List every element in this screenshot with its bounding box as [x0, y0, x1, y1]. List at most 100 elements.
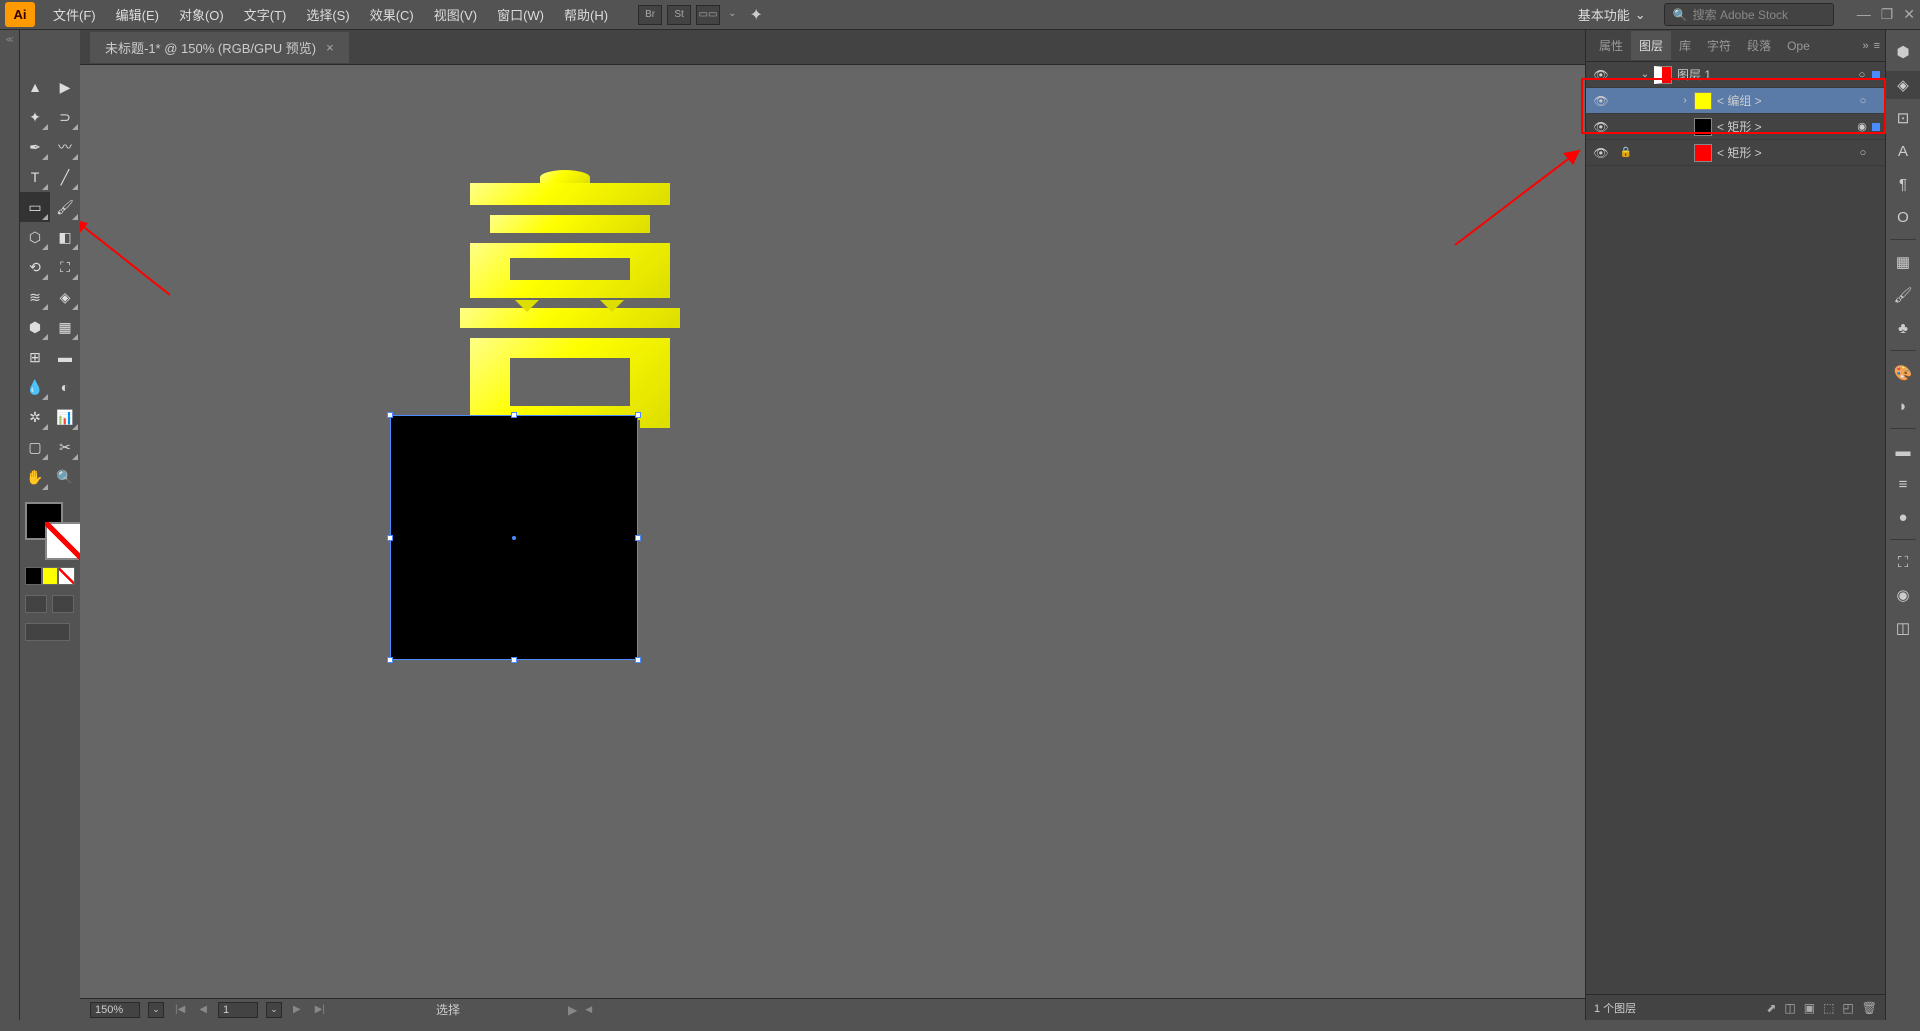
- hand-tool[interactable]: ✋: [20, 462, 50, 492]
- selection-tool[interactable]: ▲: [20, 72, 50, 102]
- xi-character-artwork[interactable]: [460, 170, 680, 430]
- mesh-tool[interactable]: ⊞: [20, 342, 50, 372]
- change-screen-mode-button[interactable]: [25, 623, 70, 641]
- stroke-color[interactable]: [45, 522, 83, 560]
- character-panel-icon[interactable]: A: [1886, 137, 1920, 165]
- artboard-tool[interactable]: ▢: [20, 432, 50, 462]
- color-swatch-yellow[interactable]: [42, 567, 59, 585]
- tab-close-button[interactable]: ×: [326, 40, 334, 55]
- arrange-icon[interactable]: ▭▭: [696, 5, 720, 25]
- selected-rectangle[interactable]: [390, 415, 638, 660]
- graph-tool[interactable]: 📊: [50, 402, 80, 432]
- layers-panel-icon[interactable]: ◈: [1886, 71, 1920, 99]
- zoom-tool[interactable]: 🔍: [50, 462, 80, 492]
- new-layer-icon[interactable]: ⬚: [1823, 1001, 1834, 1015]
- zoom-input[interactable]: [90, 1002, 140, 1018]
- panel-more-icon[interactable]: »: [1862, 40, 1868, 52]
- color-panel-icon[interactable]: 🎨: [1886, 359, 1920, 387]
- tab-paragraph[interactable]: 段落: [1739, 31, 1779, 60]
- menu-help[interactable]: 帮助(H): [554, 5, 618, 24]
- target-icon[interactable]: ○: [1853, 147, 1873, 159]
- gradient-tool[interactable]: ▬: [50, 342, 80, 372]
- normal-mode-button[interactable]: [25, 595, 47, 613]
- menu-window[interactable]: 窗口(W): [487, 5, 554, 24]
- color-swatch-black[interactable]: [25, 567, 42, 585]
- layer-row-rect1[interactable]: 👁 < 矩形 > ◉: [1586, 114, 1885, 140]
- eyedropper-tool[interactable]: 💧: [20, 372, 50, 402]
- canvas[interactable]: [80, 65, 1585, 998]
- tab-characters[interactable]: 字符: [1699, 31, 1739, 60]
- layer-row-rect2[interactable]: 👁 🔒 < 矩形 > ○: [1586, 140, 1885, 166]
- first-artboard-button[interactable]: |◀: [172, 1004, 188, 1015]
- graphic-styles-icon[interactable]: ◫: [1886, 614, 1920, 642]
- blend-tool[interactable]: ◐: [50, 372, 80, 402]
- layer-row-group[interactable]: 👁 › < 编组 > ○: [1586, 88, 1885, 114]
- last-artboard-button[interactable]: ▶|: [312, 1004, 328, 1015]
- next-artboard-button[interactable]: ▶: [290, 1004, 304, 1015]
- shape-builder-tool[interactable]: ⬢: [20, 312, 50, 342]
- target-icon[interactable]: ◉: [1852, 120, 1872, 133]
- type-tool[interactable]: T: [20, 162, 50, 192]
- minimize-button[interactable]: —: [1857, 6, 1871, 23]
- layer-expand-icon[interactable]: ⌄: [1636, 69, 1654, 80]
- direct-selection-tool[interactable]: ▶: [50, 72, 80, 102]
- brushes-icon[interactable]: 🖌: [1886, 281, 1920, 309]
- rectangle-tool[interactable]: ▭: [20, 192, 50, 222]
- document-tab[interactable]: 未标题-1* @ 150% (RGB/GPU 预览) ×: [90, 32, 349, 63]
- tab-layers[interactable]: 图层: [1631, 31, 1671, 60]
- left-dock-handle[interactable]: ≪: [0, 30, 20, 1020]
- delete-icon[interactable]: 🗑: [1862, 1001, 1877, 1015]
- symbols-icon[interactable]: ♣: [1886, 314, 1920, 342]
- scale-tool[interactable]: ⛶: [50, 252, 80, 282]
- artboard-dropdown[interactable]: ⌄: [266, 1002, 282, 1018]
- free-transform-tool[interactable]: ◈: [50, 282, 80, 312]
- magic-wand-tool[interactable]: ✦: [20, 102, 50, 132]
- layer-row-1[interactable]: 👁 ⌄ 图层 1 ○: [1586, 62, 1885, 88]
- libraries-icon[interactable]: ⬢: [1886, 38, 1920, 66]
- line-tool[interactable]: ╱: [50, 162, 80, 192]
- prev-artboard-button[interactable]: ◀: [196, 1004, 210, 1015]
- maximize-button[interactable]: ❐: [1881, 6, 1894, 23]
- menu-file[interactable]: 文件(F): [43, 5, 106, 24]
- tab-opentype[interactable]: Ope: [1779, 33, 1818, 59]
- color-guide-icon[interactable]: ◗: [1886, 392, 1920, 420]
- rotate-tool[interactable]: ⟲: [20, 252, 50, 282]
- visibility-toggle[interactable]: 👁: [1586, 94, 1616, 108]
- eraser-tool[interactable]: ◧: [50, 222, 80, 252]
- menu-text[interactable]: 文字(T): [234, 5, 297, 24]
- menu-edit[interactable]: 编辑(E): [106, 5, 169, 24]
- search-input[interactable]: 🔍 搜索 Adobe Stock: [1664, 3, 1834, 26]
- tab-properties[interactable]: 属性: [1591, 31, 1631, 60]
- close-button[interactable]: ✕: [1903, 6, 1915, 23]
- menu-object[interactable]: 对象(O): [169, 5, 234, 24]
- locate-icon[interactable]: ⬈: [1766, 1001, 1776, 1015]
- menu-view[interactable]: 视图(V): [424, 5, 487, 24]
- color-swatch-none[interactable]: [58, 567, 75, 585]
- target-icon[interactable]: ○: [1852, 69, 1872, 81]
- perspective-grid-tool[interactable]: ▦: [50, 312, 80, 342]
- shaper-tool[interactable]: ⬡: [20, 222, 50, 252]
- fill-stroke-selector[interactable]: [20, 502, 80, 562]
- tab-libraries[interactable]: 库: [1671, 31, 1699, 60]
- paragraph-panel-icon[interactable]: ¶: [1886, 170, 1920, 198]
- status-collapse-icon[interactable]: ◀: [585, 1004, 592, 1015]
- align-icon[interactable]: ≡: [1886, 470, 1920, 498]
- target-icon[interactable]: ○: [1853, 95, 1873, 107]
- swatches-icon[interactable]: ▬: [1886, 437, 1920, 465]
- visibility-toggle[interactable]: 👁: [1586, 120, 1616, 134]
- asset-export-icon[interactable]: ⊡: [1886, 104, 1920, 132]
- pen-tool[interactable]: ✒: [20, 132, 50, 162]
- symbol-sprayer-tool[interactable]: ✲: [20, 402, 50, 432]
- opentype-panel-icon[interactable]: O: [1886, 203, 1920, 231]
- artboards-icon[interactable]: ▦: [1886, 248, 1920, 276]
- arrange-dropdown-icon[interactable]: ⌄: [725, 5, 739, 25]
- gpu-icon[interactable]: ✦: [744, 5, 767, 25]
- slice-tool[interactable]: ✂: [50, 432, 80, 462]
- transform-icon[interactable]: ⛶: [1886, 548, 1920, 576]
- appearance-icon[interactable]: ◉: [1886, 581, 1920, 609]
- lock-icon[interactable]: 🔒: [1616, 147, 1636, 158]
- artboard-input[interactable]: [218, 1002, 258, 1018]
- visibility-toggle[interactable]: 👁: [1586, 146, 1616, 160]
- make-clip-icon[interactable]: ◫: [1784, 1001, 1795, 1015]
- lasso-tool[interactable]: ⊃: [50, 102, 80, 132]
